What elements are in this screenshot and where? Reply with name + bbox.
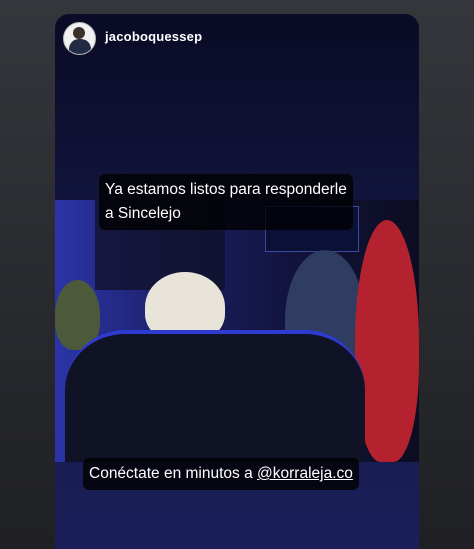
radio-studio-photo: [55, 200, 419, 462]
username[interactable]: jacoboquessep: [105, 29, 202, 44]
studio-desk: [65, 330, 365, 462]
avatar-head-shape: [73, 27, 85, 39]
caption-bottom: Conéctate en minutos a @korraleja.co: [83, 458, 359, 490]
story-card[interactable]: jacoboquessep Ya estamos listos para res…: [55, 14, 419, 549]
mention-link[interactable]: @korraleja.co: [257, 465, 353, 482]
story-header: jacoboquessep: [55, 14, 419, 64]
caption-top: Ya estamos listos para responderle a Sin…: [99, 174, 353, 230]
avatar[interactable]: [63, 22, 96, 55]
caption-bottom-text: Conéctate en minutos a: [89, 465, 258, 482]
story-viewer: jacoboquessep Ya estamos listos para res…: [0, 0, 474, 549]
avatar-body-shape: [69, 39, 91, 54]
